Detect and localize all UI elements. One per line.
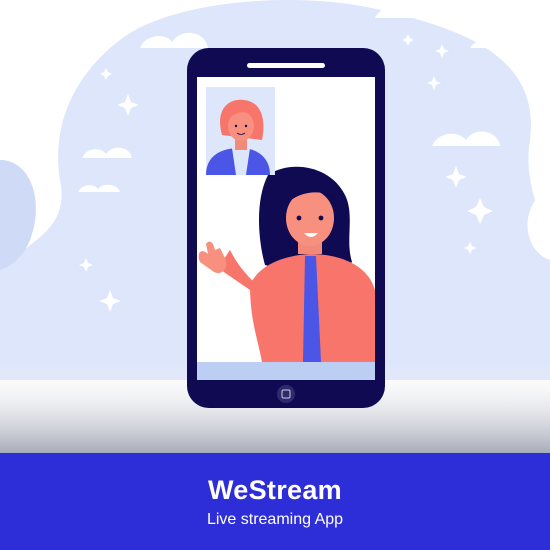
app-subtitle: Live streaming App: [206, 511, 344, 528]
home-button-icon: [277, 385, 295, 403]
illustration: [0, 0, 550, 455]
speaker-slot-icon: [247, 63, 325, 68]
screen-bottom-bar: [197, 362, 375, 380]
app-title: WeStream: [208, 475, 342, 505]
self-view-thumbnail: [206, 87, 275, 175]
title-banner: WeStream Live streaming App: [0, 453, 550, 550]
